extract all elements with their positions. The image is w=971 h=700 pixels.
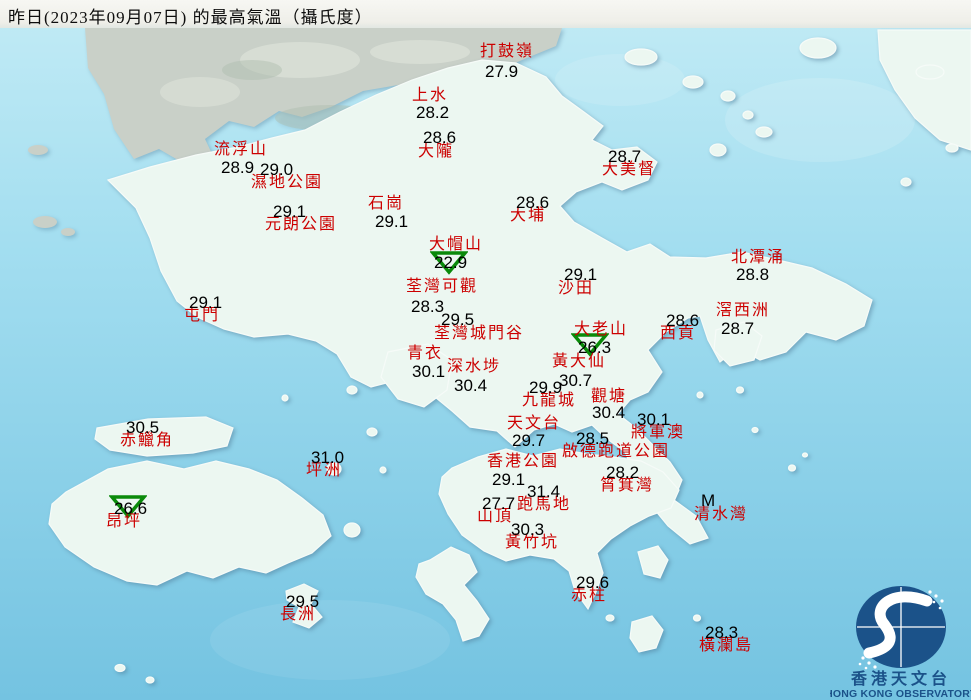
station-value: 29.1 (375, 212, 409, 231)
station-value: 28.3 (411, 297, 445, 316)
station-label: 滘西洲 (716, 302, 771, 319)
station-value: 28.6 (666, 311, 700, 330)
station-label: 上水 (412, 87, 449, 104)
station-label: 北潭涌 (731, 249, 786, 266)
station-value: 30.3 (511, 520, 545, 539)
hko-max-temp-map: 昨日(2023年09月07日) 的最高氣溫（攝氏度） 打鼓嶺 27.9 上水 28.2… (0, 0, 971, 700)
station-value: 28.5 (576, 429, 610, 448)
station-value: 29.1 (564, 265, 598, 284)
station-value: 28.7 (721, 319, 755, 338)
station-value: 29.1 (492, 470, 526, 489)
logo-name-zh: 香港天文台 (850, 669, 951, 688)
station-value: 30.4 (454, 376, 488, 395)
station-value: 28.6 (516, 193, 550, 212)
station-label: 深水埗 (447, 358, 502, 375)
station-value: 30.4 (592, 403, 626, 422)
station-value: 28.7 (608, 147, 642, 166)
station-label: 香港公園 (487, 453, 560, 470)
station-value: 30.5 (126, 418, 160, 437)
station-label: 荃灣可觀 (406, 278, 479, 295)
station-label: 黃大仙 (552, 353, 607, 370)
station-value: 29.1 (189, 293, 223, 312)
station-value: 27.7 (482, 494, 516, 513)
station-value: 30.7 (559, 371, 593, 390)
station-label: 石崗 (368, 195, 405, 212)
station-label: 天文台 (507, 415, 562, 432)
station-value: 28.2 (416, 103, 450, 122)
station-value: 28.2 (606, 463, 640, 482)
station-value: 31.0 (311, 448, 345, 467)
station-value: 26.6 (114, 499, 148, 518)
station-value: 29.7 (512, 431, 546, 450)
station-value: 22.9 (434, 253, 468, 272)
station-value: M (701, 491, 716, 510)
station-value: 30.1 (637, 410, 671, 429)
station-value: 28.3 (705, 623, 739, 642)
station-value: 28.9 (221, 158, 255, 177)
station-value: 29.5 (286, 592, 320, 611)
station-value: 31.4 (527, 482, 561, 501)
station-value: 29.1 (273, 202, 307, 221)
station-value: 27.9 (485, 62, 519, 81)
station-value: 29.6 (576, 573, 610, 592)
hko-logo: 香港天文台 HONG KONG OBSERVATORY (830, 586, 971, 700)
logo-name-en: HONG KONG OBSERVATORY (830, 688, 971, 700)
station-value: 29.9 (529, 378, 563, 397)
station-label: 流浮山 (214, 141, 269, 158)
station-label: 大帽山 (429, 236, 484, 253)
station-label: 大老山 (574, 321, 629, 338)
station-value: 28.6 (423, 128, 457, 147)
station-value: 29.0 (260, 160, 294, 179)
station-label: 打鼓嶺 (480, 43, 535, 60)
station-label: 青衣 (407, 345, 444, 362)
station-value: 28.8 (736, 265, 770, 284)
station-value: 29.5 (441, 310, 475, 329)
stations-layer: 打鼓嶺 27.9 上水 28.2 大隴 28.6 大美督 28.7 流浮山 28.9 濕地公園 29.… (0, 0, 971, 700)
station-value: 30.1 (412, 362, 446, 381)
